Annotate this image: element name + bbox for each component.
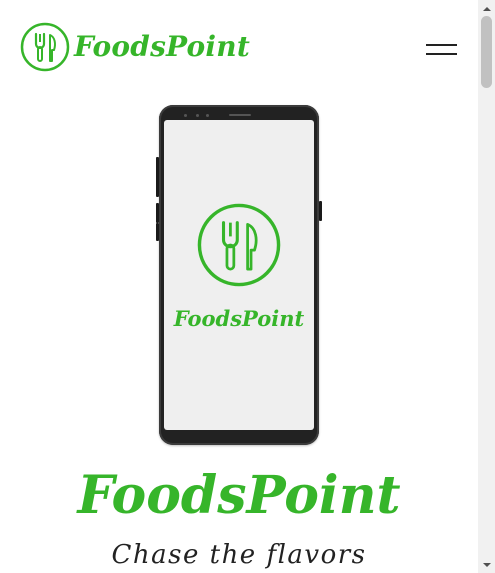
brand-name: FoodsPoint (74, 30, 250, 63)
phone-screen: FoodsPoint (164, 120, 314, 430)
fork-knife-circle-icon (20, 22, 70, 72)
vertical-scrollbar[interactable] (478, 0, 495, 573)
fork-knife-circle-icon (197, 203, 281, 287)
scrollbar-thumb[interactable] (481, 16, 492, 88)
hamburger-menu-icon[interactable] (426, 44, 457, 64)
hero-subtitle: Chase the flavors (111, 540, 367, 570)
hero-title: FoodsPoint (77, 465, 401, 526)
scroll-down-arrow-icon[interactable] (478, 556, 495, 573)
phone-brand-name: FoodsPoint (173, 306, 305, 331)
page: FoodsPoint FoodsPoint FoodsPoint Chase t… (0, 0, 478, 573)
site-logo[interactable]: FoodsPoint (20, 22, 250, 72)
scroll-up-arrow-icon[interactable] (478, 0, 495, 17)
phone-mockup: FoodsPoint (156, 105, 322, 445)
phone-speaker (229, 114, 251, 116)
